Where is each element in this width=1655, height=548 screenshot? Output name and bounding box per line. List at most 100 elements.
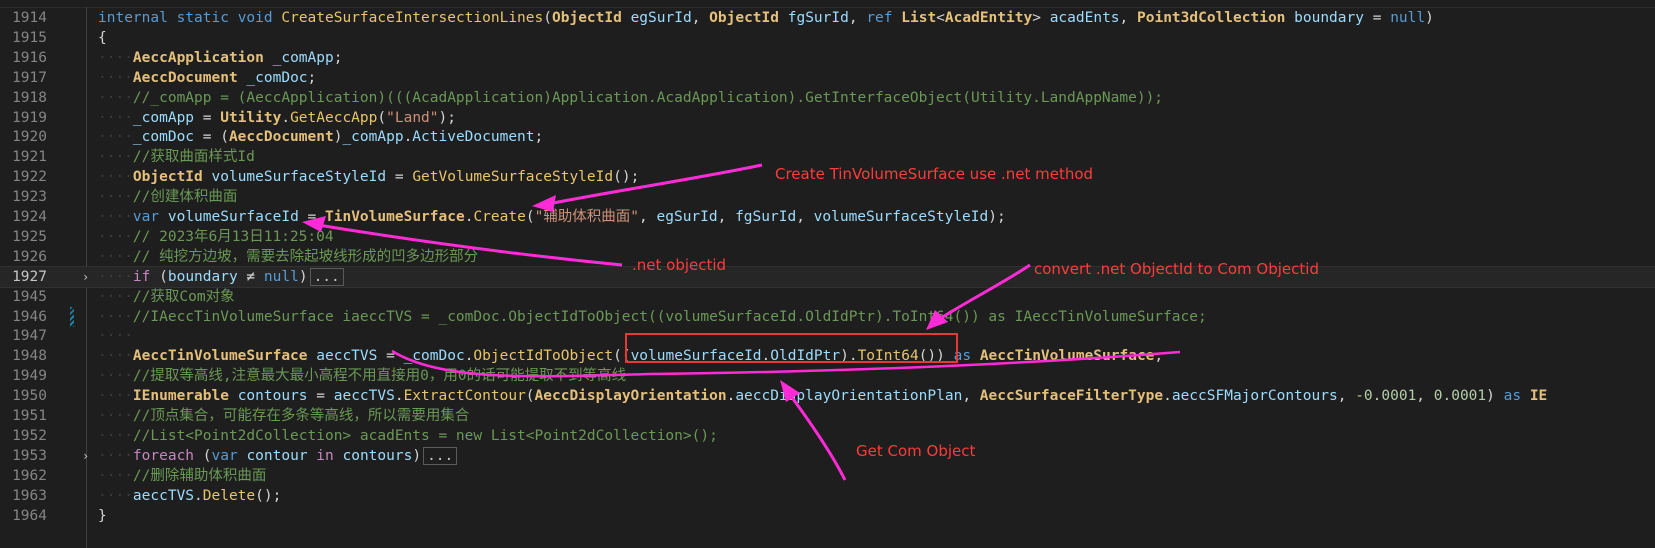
code-token: foreach	[132, 447, 195, 464]
code-token: .	[1163, 388, 1172, 405]
code-token: (	[150, 268, 168, 285]
indent-whitespace: ····	[98, 169, 133, 186]
code-token: boundary	[1294, 10, 1364, 26]
line-number: 1916	[12, 49, 47, 66]
code-token: TinVolumeSurface	[325, 209, 465, 225]
code-line[interactable]: 1919 ····_comApp = Utility.GetAeccApp("La…	[0, 108, 1655, 128]
code-line[interactable]: 1920 ····_comDoc = (AeccDocument)_comApp.…	[0, 127, 1655, 147]
code-text: ····//IAeccTinVolumeSurface iaeccTVS = _…	[98, 307, 1207, 327]
highlight-box-objectid-conversion	[625, 333, 958, 363]
code-token: aeccTVS	[333, 388, 395, 405]
code-line[interactable]: 1951 ····//顶点集合，可能存在多条等高线，所以需要用集合	[0, 406, 1655, 426]
code-line[interactable]: 1953 › ····foreach (var contour in contour…	[0, 446, 1655, 466]
code-line[interactable]: 1924 ····var volumeSurfaceId = TinVolumeS…	[0, 207, 1655, 227]
code-line[interactable]: 1952 ····//List<Point2dCollection> acadEn…	[0, 426, 1655, 446]
code-token: AeccDisplayOrientation	[534, 388, 727, 405]
code-line[interactable]: 1926 ····// 纯挖方边坡，需要去除起坡线形成的凹多边形部分	[0, 247, 1655, 267]
code-token: ObjectId	[552, 10, 622, 26]
code-token: =	[1363, 10, 1391, 26]
line-number: 1926	[12, 248, 47, 265]
line-number: 1949	[12, 368, 47, 385]
code-token: List	[901, 10, 937, 26]
code-token: =	[386, 169, 413, 186]
collapsed-region-button[interactable]: ...	[423, 446, 458, 465]
indent-whitespace: ····	[98, 228, 133, 245]
code-token: ;	[534, 129, 544, 146]
code-line[interactable]: 1918 ····//_comApp = (AeccApplication)(((…	[0, 88, 1655, 108]
code-text: ····// 纯挖方边坡，需要去除起坡线形成的凹多边形部分	[98, 247, 478, 267]
line-number: 1923	[12, 189, 47, 206]
code-line[interactable]: 1927 › ····if (boundary ≠ null)...	[0, 265, 1655, 288]
code-token: .	[194, 487, 203, 504]
code-token: contour	[246, 447, 308, 464]
code-editor[interactable]: 1914 internal static void CreateSurfaceIn…	[0, 0, 1655, 548]
code-token: = (	[194, 129, 229, 146]
line-number: 1964	[12, 507, 47, 524]
code-token: var	[132, 209, 160, 225]
code-text: ····//获取Com对象	[98, 287, 235, 307]
code-token: AeccDocument	[132, 69, 238, 86]
code-token: ,	[1337, 388, 1356, 405]
code-line[interactable]: 1914 internal static void CreateSurfaceIn…	[0, 8, 1655, 28]
code-token: >	[1032, 10, 1050, 26]
code-line[interactable]: 1945 ····//获取Com对象	[0, 287, 1655, 307]
code-line[interactable]: 1964}	[0, 506, 1655, 526]
code-token: .	[394, 388, 404, 405]
code-line[interactable]: 1925 ····// 2023年6月13日11:25:04	[0, 227, 1655, 247]
code-token: Create	[473, 209, 526, 225]
code-line[interactable]: 1917 ····AeccDocument _comDoc;	[0, 68, 1655, 88]
code-token: <	[936, 10, 945, 26]
code-token: )	[298, 268, 308, 285]
code-token: _comDoc	[132, 129, 195, 146]
line-number: 1915	[12, 29, 47, 46]
code-token: AcadEntity	[944, 10, 1033, 26]
indent-whitespace: ····	[98, 268, 133, 285]
code-line[interactable]: 1923 ····//创建体积曲面	[0, 187, 1655, 207]
indent-whitespace: ····	[98, 109, 133, 126]
code-token: 0.0001	[1433, 388, 1487, 405]
code-line[interactable]: 1950 ····IEnumerable contours = aeccTVS.E…	[0, 386, 1655, 406]
code-text: ····AeccApplication _comApp;	[98, 48, 342, 68]
code-line[interactable]: 1915 {	[0, 28, 1655, 48]
code-text: {	[98, 28, 107, 48]
code-token: //IAeccTinVolumeSurface iaeccTVS = _comD…	[132, 308, 1207, 325]
code-text: ····foreach (var contour in contours)...	[98, 446, 458, 466]
code-token: ,	[639, 209, 657, 225]
code-token: // 2023年6月13日11:25:04	[132, 228, 334, 245]
code-token: ;	[1154, 348, 1164, 365]
code-token: contours	[237, 388, 308, 405]
code-line[interactable]: 1949 ····//提取等高线,注意最大最小高程不用直接用0，用0的话可能提取不…	[0, 366, 1655, 386]
annotation-net-objectid: .net objectid	[632, 256, 727, 274]
code-text: internal static void CreateSurfaceInters…	[98, 8, 1434, 28]
code-line[interactable]: 1963 ····aeccTVS.Delete();	[0, 486, 1655, 506]
code-token: }	[98, 507, 107, 524]
line-number: 1950	[12, 388, 47, 405]
code-line[interactable]: 1916 ····AeccApplication _comApp;	[0, 48, 1655, 68]
fold-chevron-icon[interactable]: ›	[82, 446, 92, 466]
code-token: )	[1486, 388, 1504, 405]
indent-whitespace: ····	[98, 189, 133, 206]
code-token: //顶点集合，可能存在多条等高线，所以需要用集合	[132, 408, 470, 424]
code-token: static	[176, 10, 229, 26]
code-text: ····aeccTVS.Delete();	[98, 486, 281, 506]
indent-whitespace: ····	[98, 288, 133, 305]
code-token: var	[211, 447, 238, 464]
collapsed-region-button[interactable]: ...	[309, 267, 344, 286]
code-token: aeccTVS	[132, 487, 195, 504]
fold-chevron-icon[interactable]: ›	[82, 267, 92, 287]
line-number: 1917	[12, 69, 47, 86]
code-line[interactable]: 1962 ····//删除辅助体积曲面	[0, 466, 1655, 486]
code-text: ····//顶点集合，可能存在多条等高线，所以需要用集合	[98, 406, 469, 426]
indent-whitespace: ····	[98, 69, 133, 86]
code-line[interactable]: 1946 ····//IAeccTinVolumeSurface iaeccTVS…	[0, 306, 1655, 327]
line-number: 1925	[12, 228, 47, 245]
indent-whitespace: ····	[98, 487, 133, 504]
